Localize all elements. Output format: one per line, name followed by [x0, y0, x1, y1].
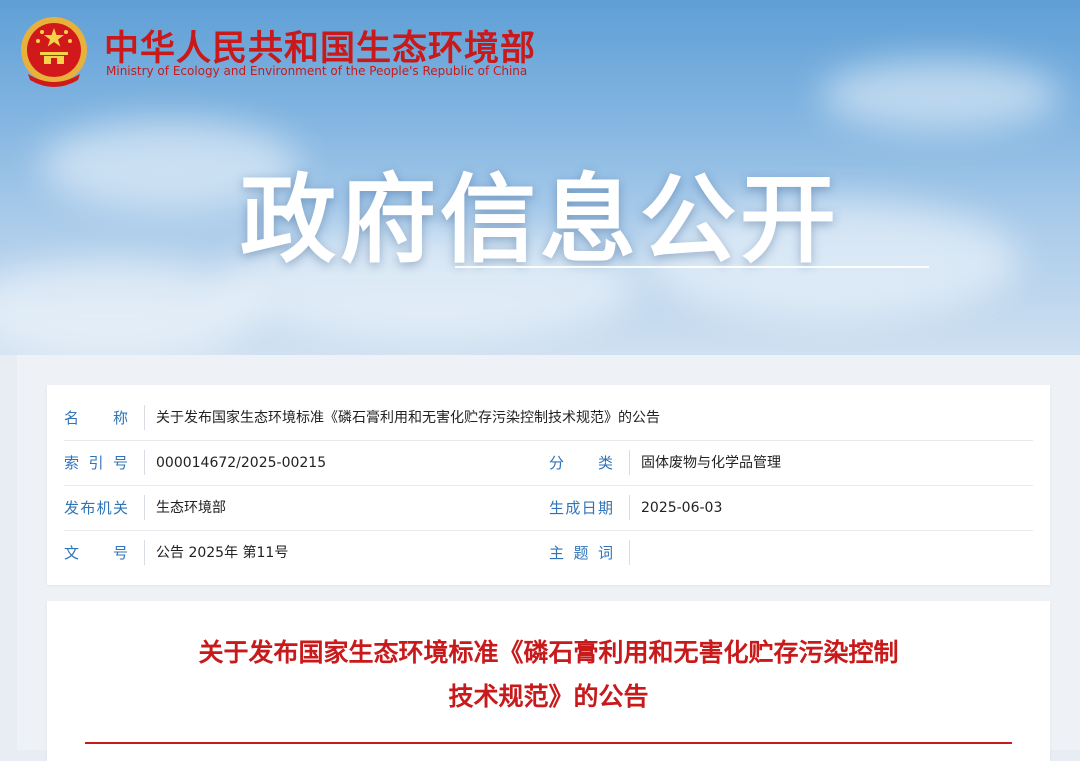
name-value: 关于发布国家生态环境标准《磷石膏利用和无害化贮存污染控制技术规范》的公告 — [156, 410, 660, 426]
ministry-name-en[interactable]: Ministry of Ecology and Environment of t… — [106, 64, 527, 78]
meta-row-index: 索引号 000014672/2025-00215 分 类 固体废物与化学品管理 — [64, 440, 1033, 486]
index-value: 000014672/2025-00215 — [156, 455, 327, 471]
document-title-line-1: 关于发布国家生态环境标准《磷石膏利用和无害化贮存污染控制 — [198, 638, 899, 667]
hero-divider — [455, 266, 929, 268]
meta-row-name: 名 称 关于发布国家生态环境标准《磷石膏利用和无害化贮存污染控制技术规范》的公告 — [64, 395, 1033, 441]
document-meta-card: 名 称 关于发布国家生态环境标准《磷石膏利用和无害化贮存污染控制技术规范》的公告… — [47, 385, 1050, 585]
name-label: 名 称 — [64, 409, 128, 427]
document-title: 关于发布国家生态环境标准《磷石膏利用和无害化贮存污染控制 技术规范》的公告 — [47, 631, 1050, 719]
index-label: 索引号 — [64, 454, 128, 472]
national-emblem-icon[interactable] — [18, 14, 90, 92]
header-banner: 中华人民共和国生态环境部 Ministry of Ecology and Env… — [0, 0, 1080, 355]
category-label: 分 类 — [549, 454, 613, 472]
docno-value: 公告 2025年 第11号 — [156, 545, 289, 561]
document-title-line-2: 技术规范》的公告 — [448, 682, 649, 711]
hero-title: 政府信息公开 — [240, 164, 840, 276]
category-value: 固体废物与化学品管理 — [641, 455, 781, 471]
separator — [629, 540, 630, 565]
separator — [144, 540, 145, 565]
docno-label: 文 号 — [64, 544, 128, 562]
issuer-value: 生态环境部 — [156, 500, 226, 516]
meta-row-docno: 文 号 公告 2025年 第11号 主题词 — [64, 530, 1033, 575]
separator — [144, 495, 145, 520]
title-divider — [85, 742, 1012, 744]
date-value: 2025-06-03 — [641, 500, 723, 516]
topic-label: 主题词 — [549, 544, 613, 562]
separator — [144, 405, 145, 430]
separator — [144, 450, 145, 475]
document-body-card: 关于发布国家生态环境标准《磷石膏利用和无害化贮存污染控制 技术规范》的公告 — [47, 601, 1050, 761]
separator — [629, 450, 630, 475]
meta-row-issuer: 发布机关 生态环境部 生成日期 2025-06-03 — [64, 485, 1033, 531]
date-label: 生成日期 — [549, 499, 613, 517]
issuer-label: 发布机关 — [64, 499, 128, 517]
separator — [629, 495, 630, 520]
